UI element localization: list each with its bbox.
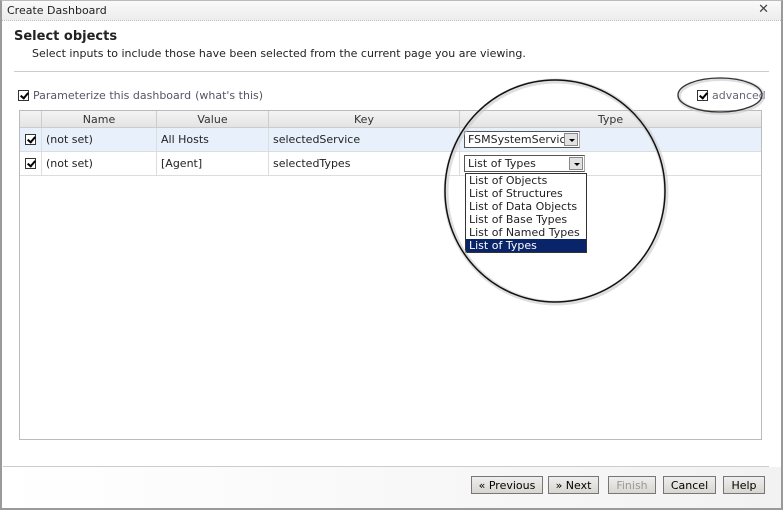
type-select[interactable]: FSMSystemService [464, 131, 580, 148]
window-title: Create Dashboard [7, 4, 107, 17]
whats-this-link[interactable]: (what's this) [195, 89, 263, 102]
table-row[interactable]: (not set) All Hosts selectedService FSMS… [20, 128, 761, 152]
page-subtitle: Select inputs to include those have been… [32, 47, 526, 60]
type-select-value: List of Types [468, 157, 536, 170]
divider [14, 71, 769, 72]
dropdown-option[interactable]: List of Base Types [466, 213, 586, 226]
column-header-value[interactable]: Value [157, 111, 269, 127]
cell-value: [Agent] [157, 152, 269, 175]
type-dropdown-list: List of Objects List of Structures List … [465, 173, 587, 253]
advanced-option: advanced [697, 89, 766, 102]
advanced-label[interactable]: advanced [712, 89, 766, 102]
next-button[interactable]: » Next [548, 476, 599, 494]
inputs-table: Name Value Key Type (not set) All Hosts … [19, 110, 762, 440]
chevron-down-icon[interactable] [569, 157, 583, 170]
column-header-name[interactable]: Name [42, 111, 157, 127]
close-icon[interactable]: ✕ [758, 2, 769, 17]
dropdown-option[interactable]: List of Named Types [466, 226, 586, 239]
type-select-value: FSMSystemService [468, 133, 573, 146]
dropdown-option[interactable]: List of Structures [466, 187, 586, 200]
title-bar: Create Dashboard ✕ [2, 1, 781, 21]
finish-button[interactable]: Finish [608, 476, 656, 494]
parameterize-label[interactable]: Parameterize this dashboard [33, 89, 191, 102]
column-header-key[interactable]: Key [269, 111, 460, 127]
row-checkbox[interactable] [25, 134, 36, 145]
cell-value: All Hosts [157, 128, 269, 151]
dropdown-option-selected[interactable]: List of Types [466, 239, 586, 252]
header-check [20, 111, 42, 127]
cell-name: (not set) [42, 128, 157, 151]
help-button[interactable]: Help [723, 476, 765, 494]
previous-button[interactable]: « Previous [471, 476, 543, 494]
dropdown-option[interactable]: List of Data Objects [466, 200, 586, 213]
cell-key: selectedService [269, 128, 460, 151]
footer-divider [3, 466, 769, 467]
cancel-button[interactable]: Cancel [663, 476, 716, 494]
type-select[interactable]: List of Types [464, 155, 585, 172]
dropdown-option[interactable]: List of Objects [466, 174, 586, 187]
table-header: Name Value Key Type [20, 111, 761, 128]
page-title: Select objects [14, 29, 118, 44]
parameterize-option: Parameterize this dashboard (what's this… [18, 89, 263, 102]
advanced-checkbox[interactable] [697, 90, 708, 101]
cell-key: selectedTypes [269, 152, 460, 175]
table-row[interactable]: (not set) [Agent] selectedTypes List of … [20, 152, 761, 176]
chevron-down-icon[interactable] [564, 133, 578, 146]
cell-name: (not set) [42, 152, 157, 175]
row-checkbox[interactable] [25, 158, 36, 169]
parameterize-checkbox[interactable] [18, 90, 29, 101]
column-header-type[interactable]: Type [460, 111, 761, 127]
